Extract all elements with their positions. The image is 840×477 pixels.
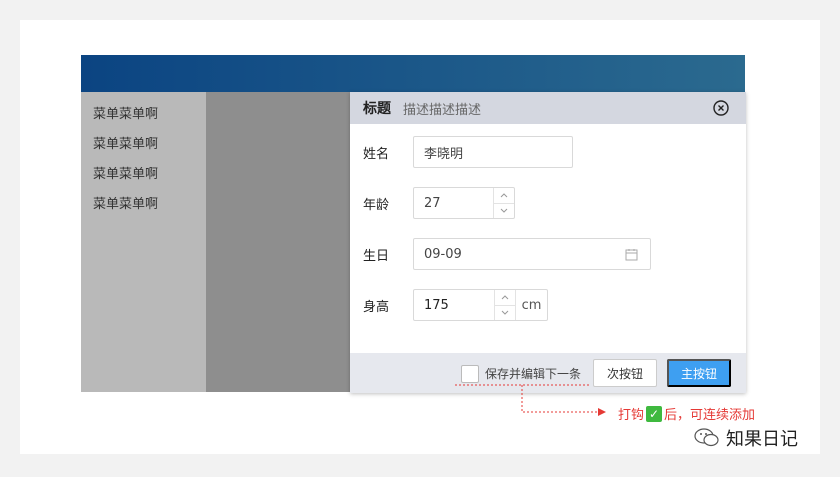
sidebar-item-label: 菜单菜单啊 (93, 107, 159, 122)
name-input[interactable]: 李晓明 (413, 136, 573, 168)
sidebar-item-label: 菜单菜单啊 (93, 167, 159, 182)
close-circle-icon[interactable] (713, 100, 729, 116)
chevron-up-icon[interactable] (494, 188, 514, 203)
sidebar-item-label: 菜单菜单啊 (93, 197, 159, 212)
watermark-text: 知果日记 (726, 429, 798, 450)
age-row: 年龄 27 (363, 187, 515, 219)
age-value: 27 (424, 195, 441, 211)
height-stepper (494, 290, 515, 320)
height-row: 身高 175 cm (363, 289, 548, 321)
birthday-row: 生日 09-09 (363, 238, 651, 270)
check-mark-icon: ✓ (646, 405, 663, 422)
age-number-input[interactable]: 27 (413, 187, 515, 219)
annotation-text-after: 后，可连续添加 (664, 408, 756, 423)
sidebar-item[interactable]: 菜单菜单啊 (81, 106, 206, 136)
height-label: 身高 (363, 299, 390, 315)
chevron-up-icon[interactable] (495, 290, 515, 305)
birthday-value: 09-09 (424, 246, 462, 262)
height-unit: cm (515, 290, 547, 320)
calendar-icon[interactable] (625, 248, 638, 261)
primary-button[interactable]: 主按钮 (667, 359, 731, 387)
sidebar-item-label: 菜单菜单啊 (93, 137, 159, 152)
dialog-description: 描述描述描述 (403, 102, 482, 118)
sidebar: 菜单菜单啊 菜单菜单啊 菜单菜单啊 菜单菜单啊 (81, 92, 206, 392)
dialog-header: 标题 描述描述描述 (350, 92, 746, 124)
birthday-date-picker[interactable]: 09-09 (413, 238, 651, 270)
height-number-input[interactable]: 175 cm (413, 289, 548, 321)
top-header-bar (81, 55, 745, 92)
wechat-icon (694, 428, 719, 447)
name-label: 姓名 (363, 146, 390, 162)
sidebar-item[interactable]: 菜单菜单啊 (81, 166, 206, 196)
age-stepper (493, 188, 514, 218)
birthday-label: 生日 (363, 248, 390, 264)
name-value: 李晓明 (424, 146, 464, 162)
chevron-down-icon[interactable] (494, 202, 514, 219)
edit-dialog: 标题 描述描述描述 姓名 李晓明 年龄 27 生日 09-09 身高 175 c… (350, 92, 746, 393)
chevron-down-icon[interactable] (495, 304, 515, 321)
annotation-connector (455, 384, 606, 416)
sidebar-item[interactable]: 菜单菜单啊 (81, 136, 206, 166)
name-row: 姓名 李晓明 (363, 136, 573, 168)
annotation-text-before: 打钩 (618, 408, 645, 423)
dialog-title: 标题 (363, 101, 391, 117)
height-value: 175 (424, 297, 449, 313)
annotation-note: 打钩 ✓ 后，可连续添加 (618, 404, 755, 423)
sidebar-item[interactable]: 菜单菜单啊 (81, 196, 206, 226)
age-label: 年龄 (363, 197, 390, 213)
watermark: 知果日记 (694, 425, 798, 451)
